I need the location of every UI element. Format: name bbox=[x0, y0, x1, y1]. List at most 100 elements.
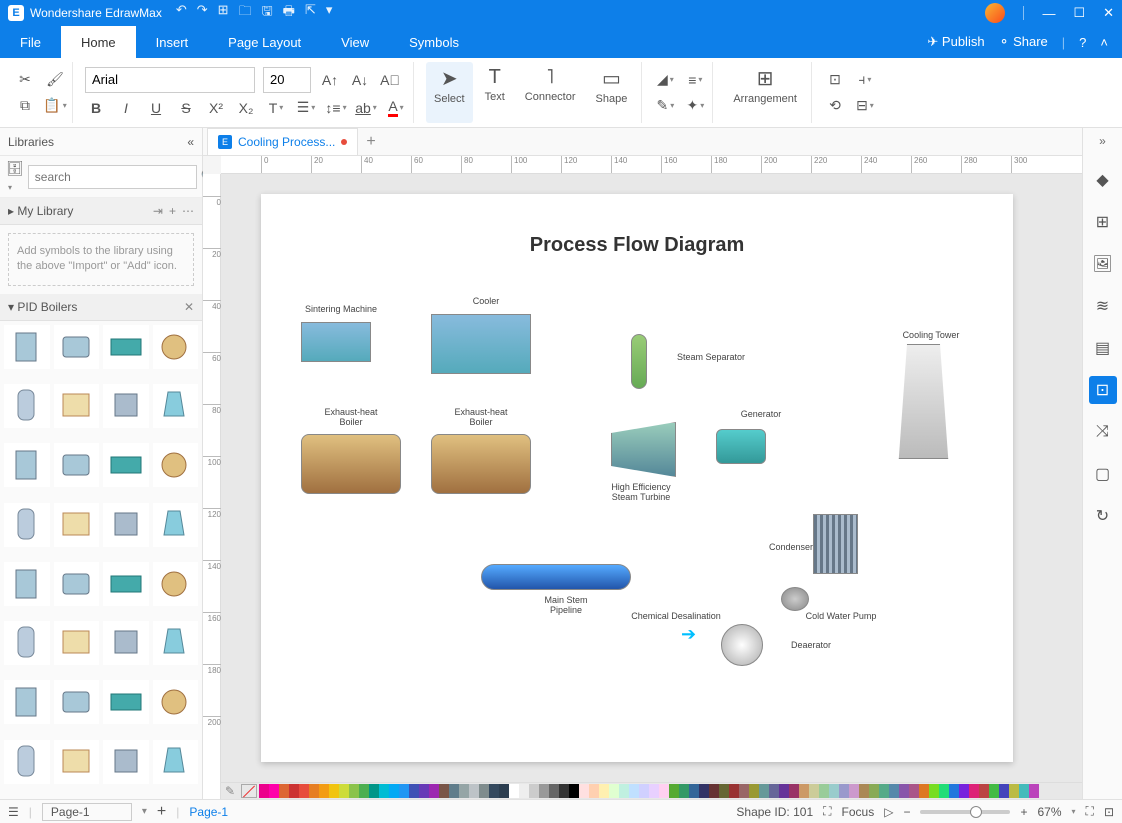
line-style-icon[interactable]: ≡▾ bbox=[684, 69, 706, 91]
tab-page-layout[interactable]: Page Layout bbox=[208, 26, 321, 58]
font-size-select[interactable] bbox=[263, 67, 311, 93]
color-swatch[interactable] bbox=[629, 784, 639, 798]
zoom-value[interactable]: 67% bbox=[1037, 805, 1061, 819]
library-shape-item[interactable] bbox=[4, 503, 50, 547]
color-swatch[interactable] bbox=[999, 784, 1009, 798]
color-swatch[interactable] bbox=[489, 784, 499, 798]
color-swatch[interactable] bbox=[479, 784, 489, 798]
document-tab[interactable]: E Cooling Process... bbox=[207, 128, 358, 155]
library-shape-item[interactable] bbox=[4, 680, 50, 724]
add-page-button[interactable]: + bbox=[157, 803, 166, 821]
library-shape-item[interactable] bbox=[103, 325, 149, 369]
print-icon[interactable]: 🖶 bbox=[283, 2, 295, 24]
library-shape-item[interactable] bbox=[153, 680, 199, 724]
connector-tool[interactable]: ˥Connector bbox=[517, 62, 584, 123]
cut-icon[interactable]: ✂ bbox=[14, 69, 36, 91]
lib-import-icon[interactable]: ⇥ bbox=[153, 204, 163, 218]
tab-file[interactable]: File bbox=[0, 26, 61, 58]
eyedropper-icon[interactable]: ✎ bbox=[225, 784, 235, 798]
color-swatch[interactable] bbox=[819, 784, 829, 798]
tab-view[interactable]: View bbox=[321, 26, 389, 58]
color-swatch[interactable] bbox=[539, 784, 549, 798]
tab-symbols[interactable]: Symbols bbox=[389, 26, 479, 58]
color-swatch[interactable] bbox=[1009, 784, 1019, 798]
zoom-slider[interactable] bbox=[920, 810, 1010, 814]
fill-color-icon[interactable]: ◢▾ bbox=[654, 69, 676, 91]
color-swatch[interactable] bbox=[719, 784, 729, 798]
layers-tool-icon[interactable]: ≋ bbox=[1089, 292, 1117, 320]
library-shape-item[interactable] bbox=[103, 562, 149, 606]
lib-menu-icon[interactable]: ⋯ bbox=[182, 204, 194, 218]
color-swatch[interactable] bbox=[979, 784, 989, 798]
library-shape-item[interactable] bbox=[4, 562, 50, 606]
color-swatch[interactable] bbox=[459, 784, 469, 798]
decrease-font-icon[interactable]: A↓ bbox=[349, 69, 371, 91]
increase-font-icon[interactable]: A↑ bbox=[319, 69, 341, 91]
image-tool-icon[interactable]: 🖼 bbox=[1089, 250, 1117, 278]
grid-tool-icon[interactable]: ⊞ bbox=[1089, 208, 1117, 236]
library-shape-item[interactable] bbox=[54, 621, 100, 665]
page[interactable]: Process Flow Diagram Sintering Machine C… bbox=[261, 194, 1013, 762]
canvas-scroll[interactable]: Process Flow Diagram Sintering Machine C… bbox=[221, 174, 1082, 799]
color-swatch[interactable] bbox=[279, 784, 289, 798]
shape-exhaust2[interactable] bbox=[431, 434, 531, 494]
color-swatch[interactable] bbox=[469, 784, 479, 798]
undo-icon[interactable]: ↶ bbox=[176, 2, 187, 24]
shape-generator[interactable] bbox=[716, 429, 766, 464]
color-swatch[interactable] bbox=[319, 784, 329, 798]
section-close-icon[interactable]: ✕ bbox=[184, 300, 194, 314]
effects-icon[interactable]: ✦▾ bbox=[684, 95, 706, 117]
color-swatch[interactable] bbox=[929, 784, 939, 798]
library-shape-item[interactable] bbox=[153, 621, 199, 665]
color-swatch[interactable] bbox=[449, 784, 459, 798]
color-swatch[interactable] bbox=[989, 784, 999, 798]
library-shape-item[interactable] bbox=[54, 384, 100, 428]
subscript-icon[interactable]: X₂ bbox=[235, 97, 257, 119]
tab-insert[interactable]: Insert bbox=[136, 26, 209, 58]
color-swatch[interactable] bbox=[1029, 784, 1039, 798]
color-swatch[interactable] bbox=[859, 784, 869, 798]
color-swatch[interactable] bbox=[579, 784, 589, 798]
play-icon[interactable]: ▷ bbox=[884, 805, 893, 819]
library-shape-item[interactable] bbox=[4, 740, 50, 784]
library-shape-item[interactable] bbox=[54, 443, 100, 487]
color-swatch[interactable] bbox=[609, 784, 619, 798]
color-swatch[interactable] bbox=[849, 784, 859, 798]
color-swatch[interactable] bbox=[879, 784, 889, 798]
underline-icon[interactable]: U bbox=[145, 97, 167, 119]
library-shape-item[interactable] bbox=[153, 740, 199, 784]
library-shape-item[interactable] bbox=[153, 562, 199, 606]
color-swatch[interactable] bbox=[439, 784, 449, 798]
color-swatch[interactable] bbox=[419, 784, 429, 798]
color-swatch[interactable] bbox=[619, 784, 629, 798]
text-align-icon[interactable]: T▾ bbox=[265, 97, 287, 119]
new-icon[interactable]: ⊞ bbox=[218, 2, 229, 24]
color-swatch[interactable] bbox=[1019, 784, 1029, 798]
color-swatch[interactable] bbox=[299, 784, 309, 798]
color-swatch[interactable] bbox=[789, 784, 799, 798]
color-swatch[interactable] bbox=[709, 784, 719, 798]
library-shape-item[interactable] bbox=[153, 443, 199, 487]
shape-turbine[interactable] bbox=[611, 422, 676, 477]
group-icon[interactable]: ⊡ bbox=[824, 69, 846, 91]
minimize-icon[interactable]: — bbox=[1042, 6, 1055, 21]
focus-icon[interactable]: ⛶ bbox=[823, 804, 831, 819]
color-swatch[interactable] bbox=[549, 784, 559, 798]
arrangement-tool[interactable]: ⊞Arrangement bbox=[725, 62, 805, 123]
collapse-right-icon[interactable]: » bbox=[1099, 134, 1106, 148]
shape-sintering[interactable] bbox=[301, 322, 371, 362]
color-swatch[interactable] bbox=[769, 784, 779, 798]
library-shape-item[interactable] bbox=[103, 443, 149, 487]
clear-format-icon[interactable]: A⃠ bbox=[379, 69, 401, 91]
color-swatch[interactable] bbox=[569, 784, 579, 798]
shape-steam-separator[interactable] bbox=[631, 334, 647, 389]
color-swatch[interactable] bbox=[599, 784, 609, 798]
collapse-library-icon[interactable]: « bbox=[187, 135, 194, 149]
library-shape-item[interactable] bbox=[103, 740, 149, 784]
library-shape-item[interactable] bbox=[153, 384, 199, 428]
text-tool[interactable]: TText bbox=[477, 62, 513, 123]
library-shape-item[interactable] bbox=[54, 680, 100, 724]
pid-boilers-section[interactable]: PID Boilers bbox=[17, 300, 77, 314]
color-swatch[interactable] bbox=[509, 784, 519, 798]
color-swatch[interactable] bbox=[699, 784, 709, 798]
